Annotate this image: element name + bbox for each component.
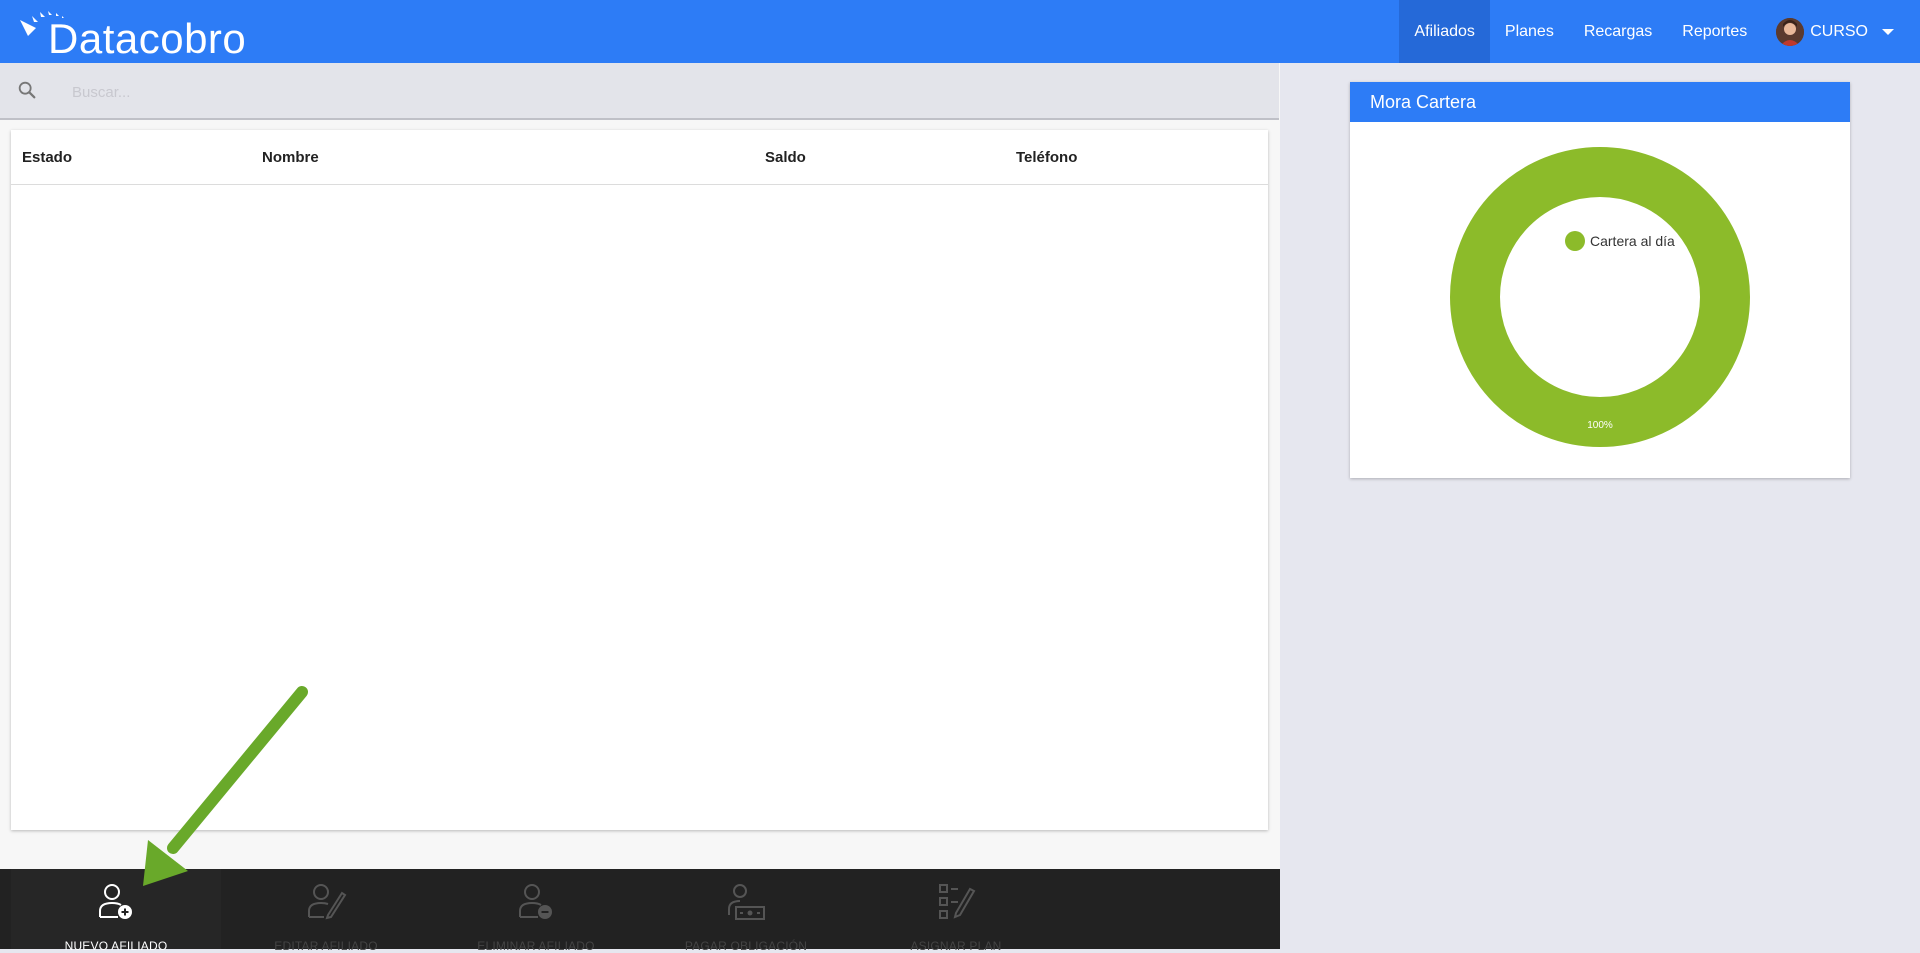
- column-saldo[interactable]: Saldo: [765, 149, 806, 166]
- avatar: [1776, 17, 1805, 46]
- action-label: EDITAR AFILIADO: [274, 939, 378, 953]
- legend-dot-cartera-al-dia[interactable]: [1565, 231, 1585, 251]
- main-nav: Afiliados Planes Recargas Reportes CURSO: [1399, 0, 1920, 63]
- nuevo-afiliado-button[interactable]: NUEVO AFILIADO: [11, 869, 221, 953]
- card-title: Mora Cartera: [1350, 82, 1850, 122]
- legend-label-cartera-al-dia: Cartera al día: [1590, 233, 1675, 249]
- nav-reportes[interactable]: Reportes: [1667, 0, 1762, 63]
- slice-data-label: 100%: [1587, 420, 1613, 431]
- action-label: ELIMINAR AFILIADO: [477, 939, 595, 953]
- eliminar-afiliado-button[interactable]: ELIMINAR AFILIADO: [431, 869, 641, 953]
- checklist-edit-icon: [939, 884, 976, 919]
- action-bar: NUEVO AFILIADO EDITAR AFILIADO ELIMINAR …: [0, 869, 1280, 953]
- nav-recargas[interactable]: Recargas: [1569, 0, 1667, 63]
- user-edit-icon: [308, 884, 347, 920]
- search-input[interactable]: [70, 77, 1224, 107]
- top-navbar: Datacobro Afiliados Planes Recargas Repo…: [0, 0, 1920, 63]
- affiliates-panel: Estado Nombre Saldo Teléfono NUEVO AFILI…: [0, 63, 1280, 953]
- avatar-person-icon: [1776, 17, 1805, 46]
- user-minus-icon: [519, 884, 552, 919]
- affiliates-table: Estado Nombre Saldo Teléfono: [11, 130, 1268, 830]
- action-label: PAGAR OBLIGACIÓN: [684, 939, 808, 953]
- mora-cartera-card: Mora Cartera Cartera al día 100%: [1350, 82, 1850, 478]
- user-plus-icon: [99, 884, 132, 919]
- nav-afiliados[interactable]: Afiliados: [1399, 0, 1490, 63]
- user-name: CURSO: [1810, 22, 1868, 40]
- user-menu[interactable]: CURSO: [1762, 0, 1920, 63]
- donut-slice-0[interactable]: [1450, 147, 1750, 447]
- pagar-obligacion-button[interactable]: PAGAR OBLIGACIÓN: [641, 869, 851, 953]
- search-icon[interactable]: [16, 79, 38, 101]
- table-header: Estado Nombre Saldo Teléfono: [11, 130, 1268, 185]
- datacobro-logo[interactable]: Datacobro: [18, 4, 258, 60]
- user-pay-icon: [728, 884, 765, 920]
- nav-planes[interactable]: Planes: [1490, 0, 1569, 63]
- action-label: NUEVO AFILIADO: [64, 939, 168, 953]
- column-estado[interactable]: Estado: [22, 149, 72, 166]
- chevron-down-icon[interactable]: [1882, 28, 1894, 35]
- asignar-plan-button[interactable]: ASIGNAR PLAN: [851, 869, 1061, 953]
- donut-chart: Cartera al día 100%: [1450, 147, 1750, 447]
- logo-text: Datacobro: [48, 15, 247, 62]
- column-telefono[interactable]: Teléfono: [1016, 149, 1077, 166]
- search-bar: [0, 63, 1279, 120]
- column-nombre[interactable]: Nombre: [262, 149, 319, 166]
- action-label: ASIGNAR PLAN: [910, 939, 1002, 953]
- editar-afiliado-button[interactable]: EDITAR AFILIADO: [221, 869, 431, 953]
